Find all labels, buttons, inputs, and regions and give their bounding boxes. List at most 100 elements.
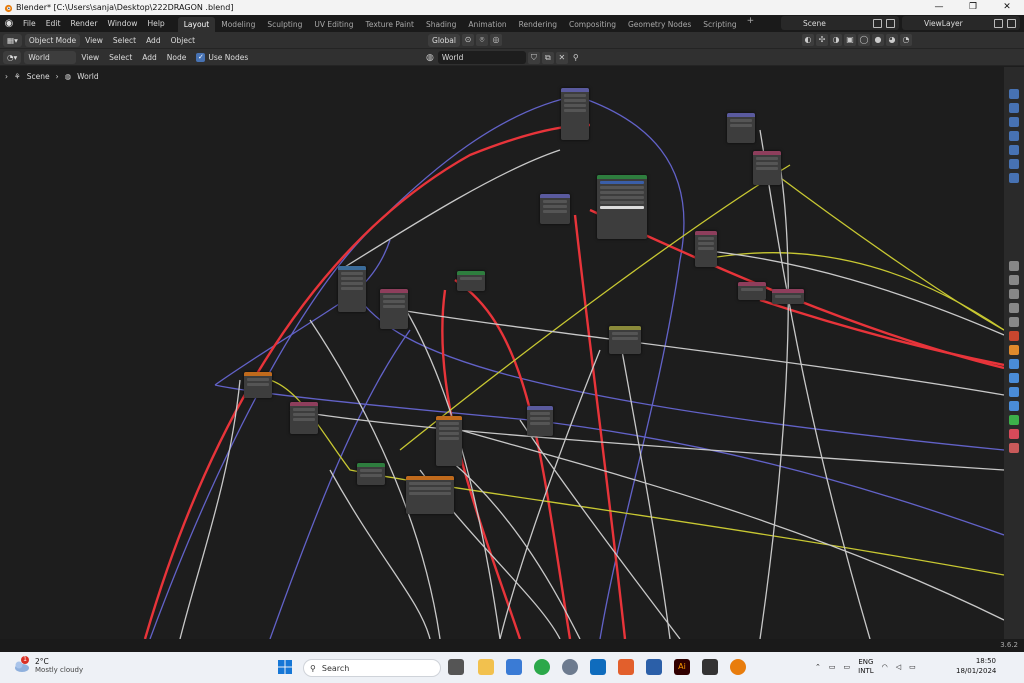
tray-app-icon[interactable]: ▭	[844, 663, 851, 671]
material-icon[interactable]	[1009, 429, 1019, 439]
pivot-icon[interactable]: ⊙	[461, 34, 474, 46]
illustrator-icon[interactable]: Ai	[674, 659, 690, 675]
windows-start-icon[interactable]	[277, 659, 293, 675]
copy-icon[interactable]: ⧉	[541, 51, 554, 64]
app-icon[interactable]	[702, 659, 718, 675]
proportional-edit-icon[interactable]: ◎	[489, 34, 502, 46]
tab-animation[interactable]: Animation	[462, 17, 512, 32]
menu-select[interactable]: Select	[108, 32, 141, 49]
chrome-icon[interactable]	[534, 659, 550, 675]
node-emission[interactable]	[457, 271, 485, 291]
node-image-texture[interactable]	[406, 476, 454, 514]
orientation-dropdown[interactable]: Global	[428, 33, 460, 47]
copy-icon[interactable]	[873, 18, 882, 28]
gizmo-icon[interactable]: ✣	[815, 34, 828, 46]
copy-icon[interactable]	[994, 18, 1003, 28]
shield-icon[interactable]: ⛉	[527, 51, 540, 64]
node-mapping[interactable]	[727, 113, 755, 143]
node-gradient-texture[interactable]	[244, 372, 272, 398]
taskbar-clock[interactable]: 18:50 18/01/2024	[956, 656, 996, 676]
menu-file[interactable]: File	[18, 15, 41, 32]
snap-icon[interactable]: ⌾	[475, 34, 488, 46]
remove-icon[interactable]	[1007, 18, 1016, 28]
world-name-field[interactable]: World	[437, 51, 526, 64]
node-multiply[interactable]	[738, 282, 766, 300]
node-vector-math[interactable]	[527, 406, 553, 436]
menu-view[interactable]: View	[80, 32, 108, 49]
blender-menu-icon[interactable]: ◉	[0, 18, 18, 29]
mode-dropdown[interactable]: Object Mode	[24, 33, 81, 47]
tab-layout[interactable]: Layout	[177, 16, 216, 32]
node-background[interactable]	[357, 463, 385, 485]
menu-edit[interactable]: Edit	[41, 15, 66, 32]
menu-select[interactable]: Select	[104, 49, 137, 66]
data-icon[interactable]	[1009, 415, 1019, 425]
file-explorer-icon[interactable]	[478, 659, 494, 675]
physics-icon[interactable]	[1009, 387, 1019, 397]
volume-icon[interactable]: ◁	[896, 663, 901, 671]
menu-render[interactable]: Render	[65, 15, 102, 32]
tab-geometry-nodes[interactable]: Geometry Nodes	[622, 17, 697, 32]
camera-icon[interactable]	[1009, 145, 1019, 155]
outlook-icon[interactable]	[590, 659, 606, 675]
view-layer-selector[interactable]: ViewLayer	[902, 16, 1020, 30]
node-math[interactable]	[753, 151, 781, 185]
taskbar-search[interactable]: ⚲ Search	[303, 659, 441, 677]
tab-compositing[interactable]: Compositing	[563, 17, 622, 32]
menu-node[interactable]: Node	[162, 49, 192, 66]
breadcrumb-scene[interactable]: Scene	[27, 72, 50, 81]
use-nodes-toggle[interactable]: ✓ Use Nodes	[191, 49, 253, 66]
camera-icon[interactable]	[1009, 173, 1019, 183]
app-icon[interactable]	[646, 659, 662, 675]
menu-help[interactable]: Help	[142, 15, 169, 32]
camera-icon[interactable]	[1009, 89, 1019, 99]
node-voronoi-texture[interactable]	[380, 289, 408, 329]
particles-icon[interactable]	[1009, 373, 1019, 383]
menu-object[interactable]: Object	[166, 32, 200, 49]
wireframe-shading-icon[interactable]: ◯	[857, 34, 870, 46]
tab-scripting[interactable]: Scripting	[697, 17, 742, 32]
tab-uv-editing[interactable]: UV Editing	[308, 17, 359, 32]
menu-add[interactable]: Add	[137, 49, 162, 66]
camera-icon[interactable]	[1009, 159, 1019, 169]
camera-icon[interactable]	[1009, 103, 1019, 113]
camera-icon[interactable]	[1009, 131, 1019, 141]
render-icon[interactable]	[1009, 275, 1019, 285]
tab-texture-paint[interactable]: Texture Paint	[360, 17, 420, 32]
material-shading-icon[interactable]: ◕	[885, 34, 898, 46]
scene-icon[interactable]	[1009, 317, 1019, 327]
texture-icon[interactable]	[1009, 443, 1019, 453]
rendered-shading-icon[interactable]: ◔	[899, 34, 912, 46]
close-button[interactable]: ✕	[990, 0, 1024, 15]
node-value[interactable]	[772, 289, 804, 304]
overlay-icon[interactable]: ◑	[829, 34, 842, 46]
xray-icon[interactable]: ▣	[843, 34, 856, 46]
wifi-icon[interactable]: ◠	[882, 663, 888, 671]
view-layer-icon[interactable]	[1009, 303, 1019, 313]
chevron-up-icon[interactable]: ⌃	[815, 663, 821, 671]
task-view-icon[interactable]	[448, 659, 464, 675]
node-color-ramp[interactable]	[695, 231, 717, 267]
node-output[interactable]	[561, 88, 589, 140]
menu-view[interactable]: View	[76, 49, 104, 66]
scene-selector[interactable]: Scene	[781, 16, 899, 30]
tray-app-icon[interactable]: ▭	[829, 663, 836, 671]
tab-modeling[interactable]: Modeling	[215, 17, 261, 32]
camera-icon[interactable]	[1009, 117, 1019, 127]
object-icon[interactable]	[1009, 345, 1019, 355]
modifier-icon[interactable]	[1009, 359, 1019, 369]
node-texture-coordinate[interactable]	[540, 194, 570, 224]
weather-widget[interactable]: 2°C Mostly cloudy 1	[12, 656, 83, 674]
world-icon[interactable]	[1009, 331, 1019, 341]
output-icon[interactable]	[1009, 289, 1019, 299]
tab-shading[interactable]: Shading	[420, 17, 462, 32]
store-icon[interactable]	[506, 659, 522, 675]
add-workspace-button[interactable]: +	[743, 16, 759, 32]
menu-add[interactable]: Add	[141, 32, 166, 49]
maximize-button[interactable]: ❐	[956, 0, 990, 15]
pin-icon[interactable]: ⚲	[570, 52, 582, 64]
tool-icon[interactable]	[1009, 261, 1019, 271]
app-icon[interactable]	[618, 659, 634, 675]
settings-icon[interactable]	[562, 659, 578, 675]
minimize-button[interactable]: —	[922, 0, 956, 15]
